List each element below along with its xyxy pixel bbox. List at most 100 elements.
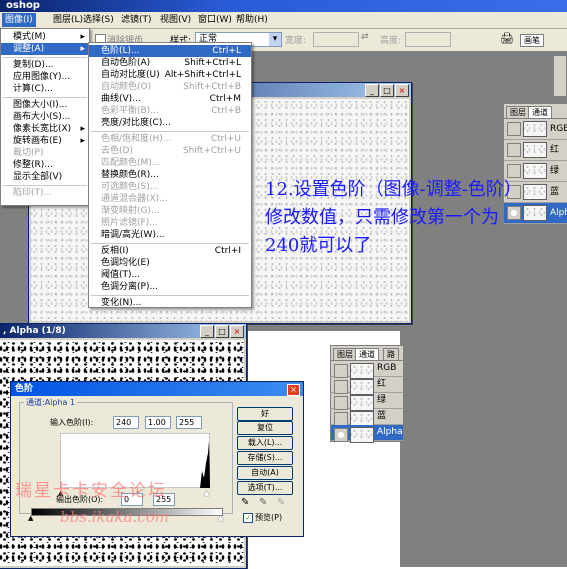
- channel-row[interactable]: 蓝: [331, 409, 403, 427]
- menu-item-label: 自动对比度(U): [101, 70, 160, 80]
- adjust-menu-item[interactable]: 自动对比度(U) Alt+Shift+Ctrl+L: [89, 69, 251, 81]
- input-gamma-field[interactable]: 1.00: [145, 416, 171, 429]
- height-input[interactable]: [405, 32, 451, 47]
- adjust-menu-item[interactable]: 色调分离(P)...: [89, 281, 251, 293]
- maximize-icon[interactable]: □: [380, 84, 394, 97]
- image-menu-item[interactable]: 计算(C)...: [1, 83, 89, 95]
- image-menu-item[interactable]: 模式(M) ▸: [1, 31, 89, 43]
- menu-separator: [91, 131, 249, 132]
- adjust-menu-item[interactable]: 暗调/高光(W)...: [89, 229, 251, 241]
- channel-label: 红: [550, 145, 560, 155]
- adjust-menu-item[interactable]: 反相(I) Ctrl+I: [89, 245, 251, 257]
- auto-button[interactable]: 自动(A): [237, 466, 293, 480]
- eye-icon[interactable]: [334, 364, 348, 378]
- image-menu-item[interactable]: 修整(R)...: [1, 159, 89, 171]
- channel-row[interactable]: 红: [331, 377, 403, 395]
- eyedropper-black-icon[interactable]: ✎: [241, 497, 249, 508]
- channel-row[interactable]: RGB: [331, 361, 403, 379]
- width-input[interactable]: [313, 32, 359, 47]
- save-button[interactable]: 存储(S)...: [237, 451, 293, 465]
- menu-help[interactable]: 帮助(H): [233, 13, 271, 27]
- menu-item-label: 变化(N)...: [101, 298, 142, 308]
- minimize-icon[interactable]: _: [200, 325, 214, 338]
- adjust-menu-item[interactable]: 亮度/对比度(C)...: [89, 117, 251, 129]
- ok-button[interactable]: 好: [237, 407, 293, 421]
- eye-icon[interactable]: [507, 122, 521, 136]
- channel-label: 绿: [550, 166, 560, 176]
- menu-item-label: 色相/饱和度(H)...: [101, 134, 172, 144]
- output-white-slider-icon[interactable]: ▲: [218, 514, 223, 522]
- image-menu-item[interactable]: 像素长宽比(X) ▸: [1, 123, 89, 135]
- input-black-field[interactable]: 240: [113, 416, 139, 429]
- eyedropper-white-icon[interactable]: ✎: [277, 497, 285, 508]
- image-menu-item[interactable]: 复制(D)...: [1, 59, 89, 71]
- maximize-icon[interactable]: □: [215, 325, 229, 338]
- menu-item-label: 渐变映射(G)...: [101, 206, 160, 216]
- reset-button[interactable]: 复位: [237, 421, 293, 435]
- preview-checkbox[interactable]: ✓: [243, 513, 253, 523]
- load-button[interactable]: 载入(L)...: [237, 436, 293, 450]
- adjust-menu-item[interactable]: 色阶(L)... Ctrl+L: [89, 45, 251, 57]
- file-browser-icon[interactable]: 🖨: [500, 32, 514, 45]
- close-icon[interactable]: ×: [230, 325, 244, 338]
- levels-title: 色阶: [15, 384, 34, 394]
- menu-item-label: 通道混合器(X)...: [101, 194, 168, 204]
- menu-item-label: 色调均化(E): [101, 258, 150, 268]
- adjust-menu-item[interactable]: 色调均化(E): [89, 257, 251, 269]
- channel-row[interactable]: ● Alpha: [331, 425, 403, 443]
- menu-image[interactable]: 图像(I): [2, 13, 36, 27]
- menu-view[interactable]: 视图(V): [157, 13, 194, 27]
- image-menu-item[interactable]: 应用图像(Y)...: [1, 71, 89, 83]
- eye-icon[interactable]: [334, 396, 348, 410]
- menu-window[interactable]: 窗口(W): [195, 13, 235, 27]
- menu-shortcut: Ctrl+I: [214, 246, 241, 256]
- output-black-slider-icon[interactable]: ▲: [28, 514, 33, 522]
- dock-handle[interactable]: [553, 55, 567, 97]
- eye-icon[interactable]: [334, 380, 348, 394]
- adjust-menu-item[interactable]: 变化(N)...: [89, 297, 251, 309]
- menu-separator: [3, 185, 87, 186]
- channel-label: RGB: [377, 363, 397, 373]
- adjust-menu-item[interactable]: 阈值(T)...: [89, 269, 251, 281]
- white-slider-icon[interactable]: ▲: [204, 489, 209, 497]
- eye-icon[interactable]: [334, 412, 348, 426]
- channels-tabbar: 图层 通道: [504, 104, 567, 119]
- image-menu-item[interactable]: 调整(A) ▸: [1, 43, 89, 55]
- tab-paths[interactable]: 路: [383, 348, 399, 360]
- adjust-menu-item[interactable]: 替换颜色(R)...: [89, 169, 251, 181]
- menu-filter[interactable]: 滤镜(T): [118, 13, 155, 27]
- image-menu-item: 裁切(P): [1, 147, 89, 159]
- image-menu-item[interactable]: 画布大小(S)...: [1, 111, 89, 123]
- channel-row[interactable]: RGB: [504, 119, 567, 140]
- image-menu-item[interactable]: 图像大小(I)...: [1, 99, 89, 111]
- menu-select[interactable]: 选择(S): [80, 13, 117, 27]
- channel-row[interactable]: 绿: [331, 393, 403, 411]
- tab-channels[interactable]: 通道: [528, 106, 552, 118]
- adjust-menu-item[interactable]: 自动色阶(A) Shift+Ctrl+L: [89, 57, 251, 69]
- adjust-menu-item[interactable]: 曲线(V)... Ctrl+M: [89, 93, 251, 105]
- brush-tab[interactable]: 画笔: [520, 34, 544, 47]
- adjust-menu-item: 匹配颜色(M)...: [89, 157, 251, 169]
- minimize-icon[interactable]: _: [365, 84, 379, 97]
- menu-item-label: 自动色阶(A): [101, 58, 151, 68]
- options-button[interactable]: 选项(T)...: [237, 481, 293, 495]
- input-white-field[interactable]: 255: [176, 416, 202, 429]
- chevron-down-icon: ▾: [269, 33, 281, 46]
- adjust-menu-item: 去色(D) Shift+Ctrl+U: [89, 145, 251, 157]
- channels-tabbar-2: 图层 通道 路: [331, 346, 403, 361]
- close-icon[interactable]: ×: [287, 384, 300, 396]
- eye-icon[interactable]: [507, 143, 521, 157]
- tab-layers[interactable]: 图层: [333, 348, 357, 360]
- eyedropper-gray-icon[interactable]: ✎: [259, 497, 267, 508]
- menu-item-label: 暗调/高光(W)...: [101, 230, 165, 240]
- channel-row[interactable]: 红: [504, 140, 567, 161]
- image-menu-item[interactable]: 显示全部(V): [1, 171, 89, 183]
- tab-channels[interactable]: 通道: [355, 348, 379, 360]
- image-menu-item[interactable]: 旋转画布(E) ▸: [1, 135, 89, 147]
- eye-icon[interactable]: ●: [334, 428, 348, 442]
- swap-icon[interactable]: ⇄: [361, 32, 369, 42]
- tab-layers[interactable]: 图层: [506, 106, 530, 118]
- preview-label: 预览(P): [255, 513, 283, 522]
- close-icon[interactable]: ×: [395, 84, 409, 97]
- width-label: 宽度:: [285, 36, 307, 46]
